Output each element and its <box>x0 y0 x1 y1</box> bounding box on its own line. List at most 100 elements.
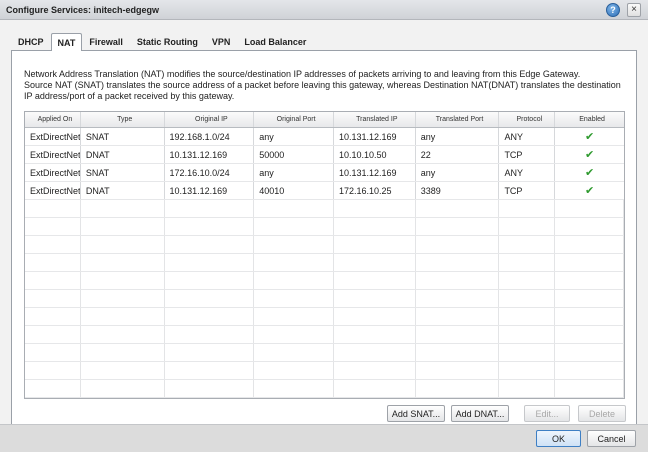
cell-original-ip: 192.168.1.0/24 <box>165 128 255 145</box>
empty-cell <box>81 326 165 343</box>
empty-cell <box>499 254 556 271</box>
tab-dhcp[interactable]: DHCP <box>11 33 51 50</box>
empty-cell <box>254 344 334 361</box>
empty-cell <box>165 200 255 217</box>
add-snat-button[interactable]: Add SNAT... <box>387 405 445 422</box>
empty-cell <box>416 236 500 253</box>
cell-original-port: any <box>254 128 334 145</box>
empty-cell <box>334 326 416 343</box>
empty-table-row <box>25 308 624 326</box>
table-row[interactable]: ExtDirectNet DNAT 10.131.12.169 50000 10… <box>25 146 624 164</box>
table-row[interactable]: ExtDirectNet SNAT 192.168.1.0/24 any 10.… <box>25 128 624 146</box>
empty-cell <box>555 362 624 379</box>
empty-cell <box>499 380 556 397</box>
empty-cell <box>555 308 624 325</box>
empty-cell <box>334 362 416 379</box>
tab-vpn[interactable]: VPN <box>205 33 238 50</box>
empty-cell <box>555 380 624 397</box>
column-header-applied-on[interactable]: Applied On <box>25 112 81 127</box>
tab-firewall[interactable]: Firewall <box>82 33 130 50</box>
help-icon[interactable]: ? <box>606 3 620 17</box>
cell-type: SNAT <box>81 164 165 181</box>
empty-cell <box>416 326 500 343</box>
column-header-protocol[interactable]: Protocol <box>499 112 556 127</box>
column-header-original-port[interactable]: Original Port <box>254 112 334 127</box>
tab-strip: DHCP NAT Firewall Static Routing VPN Loa… <box>11 33 313 51</box>
nat-description: Network Address Translation (NAT) modifi… <box>24 69 624 102</box>
empty-cell <box>81 290 165 307</box>
cell-applied-on: ExtDirectNet <box>25 164 81 181</box>
tab-load-balancer[interactable]: Load Balancer <box>237 33 313 50</box>
cell-translated-ip: 10.10.10.50 <box>334 146 416 163</box>
cell-protocol: ANY <box>499 164 556 181</box>
edit-button[interactable]: Edit... <box>524 405 570 422</box>
cell-translated-ip: 10.131.12.169 <box>334 128 416 145</box>
empty-cell <box>254 218 334 235</box>
empty-cell <box>165 236 255 253</box>
empty-cell <box>416 380 500 397</box>
tab-nat[interactable]: NAT <box>50 33 83 51</box>
empty-cell <box>25 254 81 271</box>
enabled-check-icon[interactable]: ✔ <box>585 166 594 179</box>
nat-description-line1: Network Address Translation (NAT) modifi… <box>24 69 581 79</box>
empty-cell <box>334 236 416 253</box>
cell-original-ip: 10.131.12.169 <box>165 182 255 199</box>
column-header-enabled[interactable]: Enabled <box>555 112 624 127</box>
empty-cell <box>81 272 165 289</box>
empty-cell <box>416 218 500 235</box>
empty-cell <box>25 236 81 253</box>
empty-cell <box>165 344 255 361</box>
column-header-translated-ip[interactable]: Translated IP <box>334 112 416 127</box>
empty-cell <box>254 326 334 343</box>
empty-cell <box>81 380 165 397</box>
empty-cell <box>499 308 556 325</box>
ok-button[interactable]: OK <box>536 430 581 447</box>
dialog-footer: OK Cancel <box>0 424 648 452</box>
column-header-translated-port[interactable]: Translated Port <box>416 112 500 127</box>
table-row[interactable]: ExtDirectNet SNAT 172.16.10.0/24 any 10.… <box>25 164 624 182</box>
cancel-button[interactable]: Cancel <box>587 430 636 447</box>
cell-translated-port: 22 <box>416 146 500 163</box>
empty-cell <box>499 362 556 379</box>
add-dnat-button[interactable]: Add DNAT... <box>451 405 509 422</box>
empty-cell <box>254 308 334 325</box>
nat-rules-table: Applied On Type Original IP Original Por… <box>24 111 625 399</box>
empty-cell <box>499 236 556 253</box>
empty-cell <box>165 254 255 271</box>
empty-cell <box>81 200 165 217</box>
empty-cell <box>81 236 165 253</box>
empty-cell <box>254 272 334 289</box>
column-header-type[interactable]: Type <box>81 112 165 127</box>
cell-translated-port: 3389 <box>416 182 500 199</box>
empty-cell <box>81 362 165 379</box>
empty-cell <box>499 290 556 307</box>
enabled-check-icon[interactable]: ✔ <box>585 130 594 143</box>
enabled-check-icon[interactable]: ✔ <box>585 184 594 197</box>
cell-type: DNAT <box>81 146 165 163</box>
empty-cell <box>416 290 500 307</box>
cell-type: DNAT <box>81 182 165 199</box>
tab-static-routing[interactable]: Static Routing <box>130 33 205 50</box>
empty-cell <box>25 344 81 361</box>
table-row[interactable]: ExtDirectNet DNAT 10.131.12.169 40010 17… <box>25 182 624 200</box>
nat-panel: Network Address Translation (NAT) modifi… <box>11 50 637 432</box>
empty-cell <box>416 254 500 271</box>
empty-cell <box>499 272 556 289</box>
empty-cell <box>555 254 624 271</box>
empty-table-row <box>25 362 624 380</box>
cell-type: SNAT <box>81 128 165 145</box>
empty-cell <box>555 290 624 307</box>
cell-applied-on: ExtDirectNet <box>25 146 81 163</box>
empty-cell <box>555 272 624 289</box>
empty-cell <box>416 200 500 217</box>
empty-table-row <box>25 344 624 362</box>
enabled-check-icon[interactable]: ✔ <box>585 148 594 161</box>
empty-cell <box>416 362 500 379</box>
empty-table-row <box>25 200 624 218</box>
delete-button[interactable]: Delete <box>578 405 626 422</box>
empty-table-row <box>25 236 624 254</box>
close-icon[interactable]: × <box>627 3 641 17</box>
empty-cell <box>334 344 416 361</box>
column-header-original-ip[interactable]: Original IP <box>165 112 255 127</box>
empty-cell <box>499 200 556 217</box>
